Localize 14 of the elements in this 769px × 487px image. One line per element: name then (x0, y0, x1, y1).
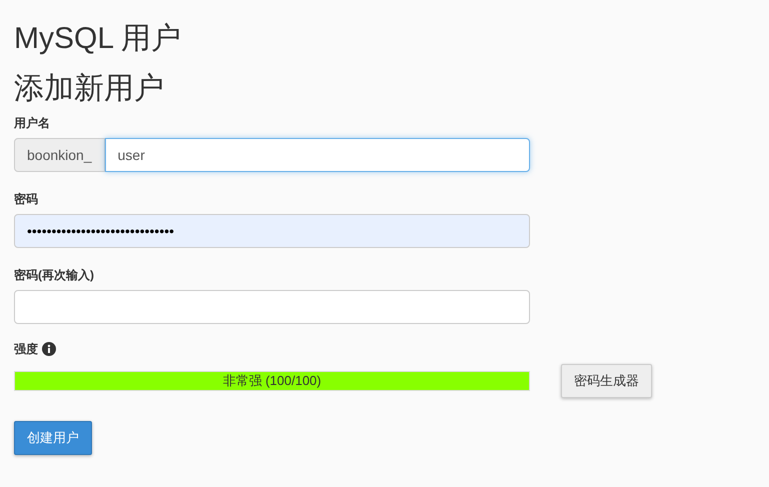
field-label: 用户名 (14, 115, 50, 132)
section-title: 添加新用户 (14, 71, 164, 107)
username-field[interactable]: user (104, 138, 530, 172)
password-generator-button[interactable]: 密码生成器 (561, 364, 652, 398)
field-label: 强度 (14, 341, 38, 358)
field-label: 密码 (14, 191, 38, 208)
info-icon[interactable] (42, 342, 56, 356)
field-label: 密码(再次输入) (14, 267, 94, 284)
username-prefix: boonkion_ (14, 138, 105, 172)
create-user-button[interactable]: 创建用户 (14, 421, 92, 455)
page-title: MySQL 用户 (14, 21, 182, 57)
password-field[interactable]: •••••••••••••••••••••••••••••• (14, 214, 530, 248)
strength-reading: 非常强 (100/100) (222, 372, 322, 390)
password-confirm-field[interactable] (14, 290, 530, 324)
